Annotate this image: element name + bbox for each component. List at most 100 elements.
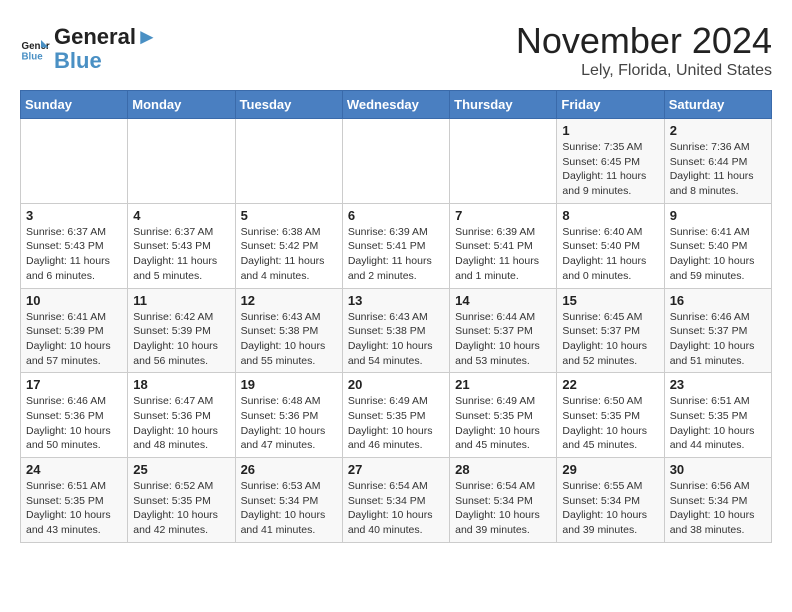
calendar-cell: 11 Sunrise: 6:42 AM Sunset: 5:39 PM Dayli… (128, 288, 235, 373)
day-number: 4 (133, 208, 229, 223)
day-number: 17 (26, 377, 122, 392)
day-number: 21 (455, 377, 551, 392)
day-of-week-header: Thursday (450, 91, 557, 119)
calendar-cell: 25 Sunrise: 6:52 AM Sunset: 5:35 PM Dayli… (128, 458, 235, 543)
day-info: Sunrise: 6:51 AM Sunset: 5:35 PM Dayligh… (670, 394, 766, 453)
day-info: Sunrise: 6:40 AM Sunset: 5:40 PM Dayligh… (562, 225, 658, 284)
day-info: Sunrise: 6:43 AM Sunset: 5:38 PM Dayligh… (241, 310, 337, 369)
day-info: Sunrise: 6:54 AM Sunset: 5:34 PM Dayligh… (455, 479, 551, 538)
day-info: Sunrise: 6:37 AM Sunset: 5:43 PM Dayligh… (133, 225, 229, 284)
calendar-cell: 15 Sunrise: 6:45 AM Sunset: 5:37 PM Dayli… (557, 288, 664, 373)
logo-text-line1: General► (54, 25, 158, 49)
day-info: Sunrise: 6:53 AM Sunset: 5:34 PM Dayligh… (241, 479, 337, 538)
day-info: Sunrise: 6:50 AM Sunset: 5:35 PM Dayligh… (562, 394, 658, 453)
day-number: 24 (26, 462, 122, 477)
calendar-cell: 18 Sunrise: 6:47 AM Sunset: 5:36 PM Dayli… (128, 373, 235, 458)
day-number: 12 (241, 293, 337, 308)
calendar-cell: 16Sunrise: 6:46 AM Sunset: 5:37 PM Dayli… (664, 288, 771, 373)
day-info: Sunrise: 6:39 AM Sunset: 5:41 PM Dayligh… (455, 225, 551, 284)
day-number: 7 (455, 208, 551, 223)
day-info: Sunrise: 6:45 AM Sunset: 5:37 PM Dayligh… (562, 310, 658, 369)
calendar-cell: 4 Sunrise: 6:37 AM Sunset: 5:43 PM Daylig… (128, 203, 235, 288)
calendar-cell: 13Sunrise: 6:43 AM Sunset: 5:38 PM Dayli… (342, 288, 449, 373)
day-info: Sunrise: 6:39 AM Sunset: 5:41 PM Dayligh… (348, 225, 444, 284)
calendar-cell: 22 Sunrise: 6:50 AM Sunset: 5:35 PM Dayli… (557, 373, 664, 458)
calendar-cell: 27 Sunrise: 6:54 AM Sunset: 5:34 PM Dayli… (342, 458, 449, 543)
day-info: Sunrise: 6:55 AM Sunset: 5:34 PM Dayligh… (562, 479, 658, 538)
calendar-cell (128, 119, 235, 204)
day-info: Sunrise: 6:49 AM Sunset: 5:35 PM Dayligh… (348, 394, 444, 453)
day-info: Sunrise: 6:54 AM Sunset: 5:34 PM Dayligh… (348, 479, 444, 538)
day-info: Sunrise: 6:37 AM Sunset: 5:43 PM Dayligh… (26, 225, 122, 284)
day-info: Sunrise: 6:47 AM Sunset: 5:36 PM Dayligh… (133, 394, 229, 453)
day-of-week-header: Wednesday (342, 91, 449, 119)
day-number: 13 (348, 293, 444, 308)
day-info: Sunrise: 7:35 AM Sunset: 6:45 PM Dayligh… (562, 140, 658, 199)
day-info: Sunrise: 6:41 AM Sunset: 5:40 PM Dayligh… (670, 225, 766, 284)
day-number: 6 (348, 208, 444, 223)
calendar-cell: 1 Sunrise: 7:35 AM Sunset: 6:45 PM Daylig… (557, 119, 664, 204)
day-of-week-header: Monday (128, 91, 235, 119)
day-number: 22 (562, 377, 658, 392)
calendar-week-row: 17 Sunrise: 6:46 AM Sunset: 5:36 PM Dayli… (21, 373, 772, 458)
calendar-cell: 3Sunrise: 6:37 AM Sunset: 5:43 PM Daylig… (21, 203, 128, 288)
day-of-week-header: Saturday (664, 91, 771, 119)
day-info: Sunrise: 6:56 AM Sunset: 5:34 PM Dayligh… (670, 479, 766, 538)
day-number: 26 (241, 462, 337, 477)
day-of-week-header: Friday (557, 91, 664, 119)
calendar-week-row: 10Sunrise: 6:41 AM Sunset: 5:39 PM Dayli… (21, 288, 772, 373)
day-number: 18 (133, 377, 229, 392)
calendar-table: SundayMondayTuesdayWednesdayThursdayFrid… (20, 90, 772, 543)
day-number: 19 (241, 377, 337, 392)
calendar-cell: 29 Sunrise: 6:55 AM Sunset: 5:34 PM Dayli… (557, 458, 664, 543)
day-number: 29 (562, 462, 658, 477)
day-of-week-header: Sunday (21, 91, 128, 119)
logo-icon: General Blue (20, 34, 50, 64)
calendar-cell: 20 Sunrise: 6:49 AM Sunset: 5:35 PM Dayli… (342, 373, 449, 458)
day-number: 11 (133, 293, 229, 308)
calendar-cell: 12 Sunrise: 6:43 AM Sunset: 5:38 PM Dayli… (235, 288, 342, 373)
day-info: Sunrise: 6:38 AM Sunset: 5:42 PM Dayligh… (241, 225, 337, 284)
calendar-week-row: 1 Sunrise: 7:35 AM Sunset: 6:45 PM Daylig… (21, 119, 772, 204)
logo-text-line2: Blue (54, 49, 158, 73)
day-info: Sunrise: 6:46 AM Sunset: 5:36 PM Dayligh… (26, 394, 122, 453)
calendar-cell: 7 Sunrise: 6:39 AM Sunset: 5:41 PM Daylig… (450, 203, 557, 288)
calendar-cell (21, 119, 128, 204)
calendar-cell: 9 Sunrise: 6:41 AM Sunset: 5:40 PM Daylig… (664, 203, 771, 288)
calendar-cell: 14Sunrise: 6:44 AM Sunset: 5:37 PM Dayli… (450, 288, 557, 373)
day-number: 30 (670, 462, 766, 477)
day-info: Sunrise: 6:52 AM Sunset: 5:35 PM Dayligh… (133, 479, 229, 538)
day-number: 27 (348, 462, 444, 477)
calendar-cell: 10Sunrise: 6:41 AM Sunset: 5:39 PM Dayli… (21, 288, 128, 373)
day-info: Sunrise: 6:46 AM Sunset: 5:37 PM Dayligh… (670, 310, 766, 369)
day-number: 2 (670, 123, 766, 138)
day-info: Sunrise: 7:36 AM Sunset: 6:44 PM Dayligh… (670, 140, 766, 199)
calendar-cell: 24Sunrise: 6:51 AM Sunset: 5:35 PM Dayli… (21, 458, 128, 543)
day-number: 14 (455, 293, 551, 308)
day-number: 28 (455, 462, 551, 477)
header: General Blue General► Blue November 2024… (20, 20, 772, 80)
calendar-cell: 23Sunrise: 6:51 AM Sunset: 5:35 PM Dayli… (664, 373, 771, 458)
calendar-cell (342, 119, 449, 204)
calendar-cell: 26 Sunrise: 6:53 AM Sunset: 5:34 PM Dayli… (235, 458, 342, 543)
day-number: 10 (26, 293, 122, 308)
day-of-week-header: Tuesday (235, 91, 342, 119)
day-info: Sunrise: 6:49 AM Sunset: 5:35 PM Dayligh… (455, 394, 551, 453)
calendar-header-row: SundayMondayTuesdayWednesdayThursdayFrid… (21, 91, 772, 119)
day-info: Sunrise: 6:42 AM Sunset: 5:39 PM Dayligh… (133, 310, 229, 369)
calendar-cell: 6 Sunrise: 6:39 AM Sunset: 5:41 PM Daylig… (342, 203, 449, 288)
calendar-cell: 17 Sunrise: 6:46 AM Sunset: 5:36 PM Dayli… (21, 373, 128, 458)
day-number: 25 (133, 462, 229, 477)
day-number: 1 (562, 123, 658, 138)
calendar-cell: 21 Sunrise: 6:49 AM Sunset: 5:35 PM Dayli… (450, 373, 557, 458)
day-number: 20 (348, 377, 444, 392)
month-title: November 2024 (516, 20, 772, 62)
day-info: Sunrise: 6:48 AM Sunset: 5:36 PM Dayligh… (241, 394, 337, 453)
calendar-cell (450, 119, 557, 204)
svg-text:Blue: Blue (22, 52, 44, 63)
calendar-cell: 2 Sunrise: 7:36 AM Sunset: 6:44 PM Daylig… (664, 119, 771, 204)
day-number: 9 (670, 208, 766, 223)
day-number: 15 (562, 293, 658, 308)
calendar-cell: 8Sunrise: 6:40 AM Sunset: 5:40 PM Daylig… (557, 203, 664, 288)
calendar-cell: 19 Sunrise: 6:48 AM Sunset: 5:36 PM Dayli… (235, 373, 342, 458)
